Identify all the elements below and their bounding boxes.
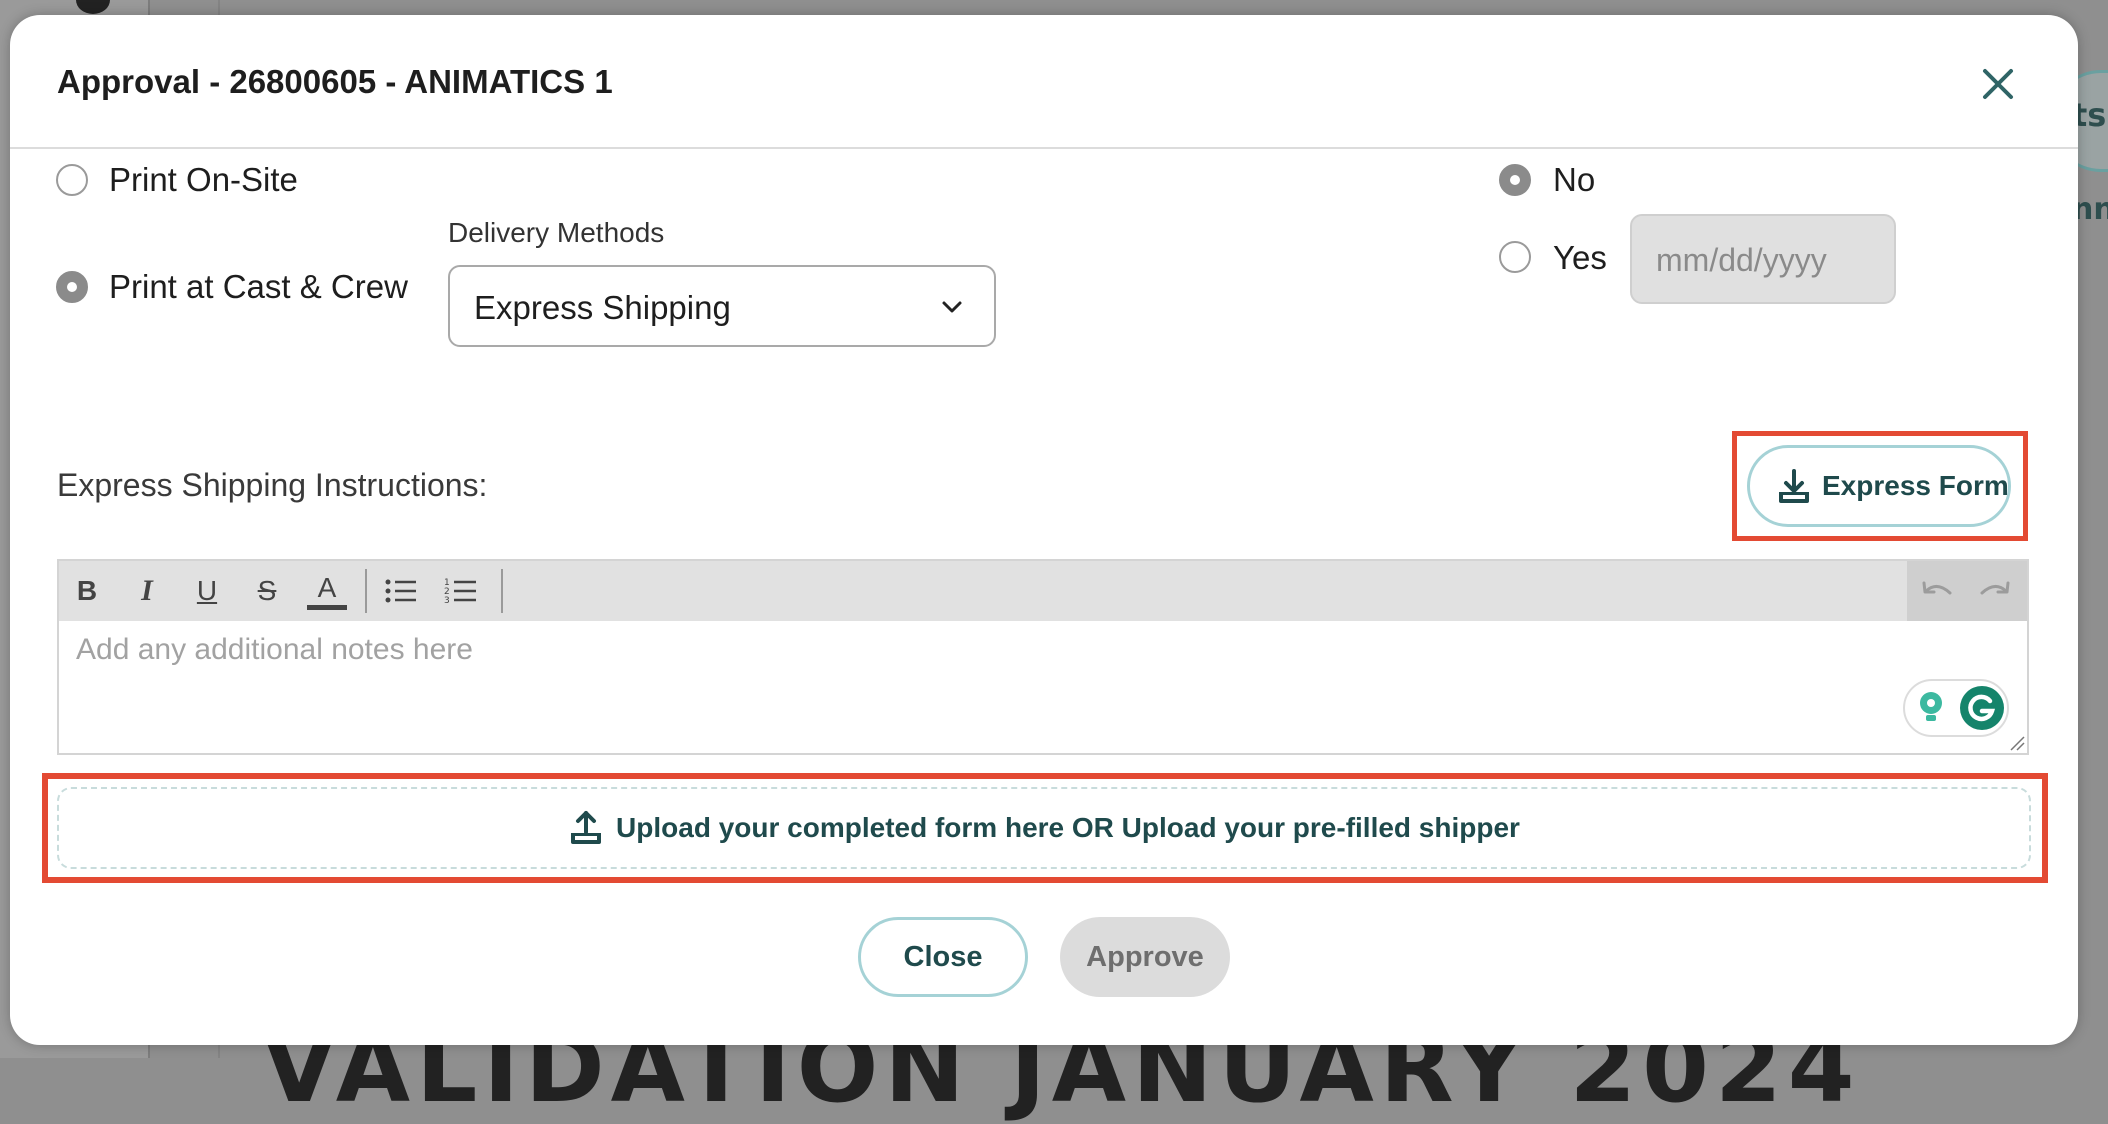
- toolbar-divider: [365, 569, 367, 613]
- shipping-instructions-label: Express Shipping Instructions:: [57, 467, 488, 503]
- delivery-method-value: Express Shipping: [474, 289, 731, 326]
- font-color-button[interactable]: A: [307, 571, 347, 610]
- approval-modal: Approval - 26800605 - ANIMATICS 1 Print …: [10, 15, 2078, 1045]
- no-label: No: [1553, 161, 1596, 198]
- grammarly-icon: [1960, 686, 2004, 730]
- upload-dropzone[interactable]: Upload your completed form here OR Uploa…: [57, 787, 2031, 869]
- italic-button[interactable]: I: [127, 571, 167, 611]
- print-cast-crew-label: Print at Cast & Crew: [109, 268, 408, 305]
- upload-icon: [571, 811, 602, 844]
- toolbar-divider: [501, 569, 503, 613]
- yes-radio[interactable]: [1499, 241, 1531, 273]
- download-icon: [1779, 469, 1809, 503]
- close-icon[interactable]: [1973, 59, 2023, 109]
- svg-text:3: 3: [444, 596, 450, 606]
- strikethrough-button[interactable]: S: [247, 571, 287, 611]
- modal-title: Approval - 26800605 - ANIMATICS 1: [57, 63, 613, 100]
- yes-label: Yes: [1553, 239, 1607, 276]
- delivery-methods-label: Delivery Methods: [448, 217, 665, 248]
- notes-editor[interactable]: B I U S A 1 2 3 Add any additional notes…: [57, 559, 2029, 755]
- date-placeholder: mm/dd/yyyy: [1656, 242, 1827, 278]
- resize-handle-icon[interactable]: [2009, 735, 2025, 751]
- modal-header: Approval - 26800605 - ANIMATICS 1: [10, 15, 2078, 149]
- bullet-list-icon[interactable]: [381, 571, 421, 611]
- undo-icon[interactable]: [1917, 571, 1957, 611]
- numbered-list-icon[interactable]: 1 2 3: [441, 571, 481, 611]
- upload-label: Upload your completed form here OR Uploa…: [616, 812, 1520, 843]
- redo-icon[interactable]: [1975, 571, 2015, 611]
- print-on-site-radio[interactable]: [56, 164, 88, 196]
- chevron-down-icon: [942, 301, 962, 313]
- lightbulb-icon: [1920, 692, 1942, 721]
- history-controls: [1907, 561, 2027, 621]
- notes-placeholder: Add any additional notes here: [76, 633, 473, 666]
- no-radio[interactable]: [1499, 164, 1531, 196]
- print-on-site-label: Print On-Site: [109, 161, 298, 198]
- approve-button[interactable]: Approve: [1060, 917, 1230, 997]
- underline-button[interactable]: U: [187, 571, 227, 611]
- delivery-method-select[interactable]: Express Shipping: [448, 265, 996, 347]
- close-button[interactable]: Close: [858, 917, 1028, 997]
- date-input[interactable]: mm/dd/yyyy: [1630, 214, 1896, 304]
- express-form-button[interactable]: Express Form: [1747, 445, 2011, 527]
- grammarly-widget[interactable]: [1903, 679, 2009, 737]
- express-form-label: Express Form: [1822, 470, 2009, 501]
- print-cast-crew-radio[interactable]: [56, 271, 88, 303]
- editor-toolbar: B I U S A 1 2 3: [59, 561, 2027, 621]
- bold-button[interactable]: B: [67, 571, 107, 611]
